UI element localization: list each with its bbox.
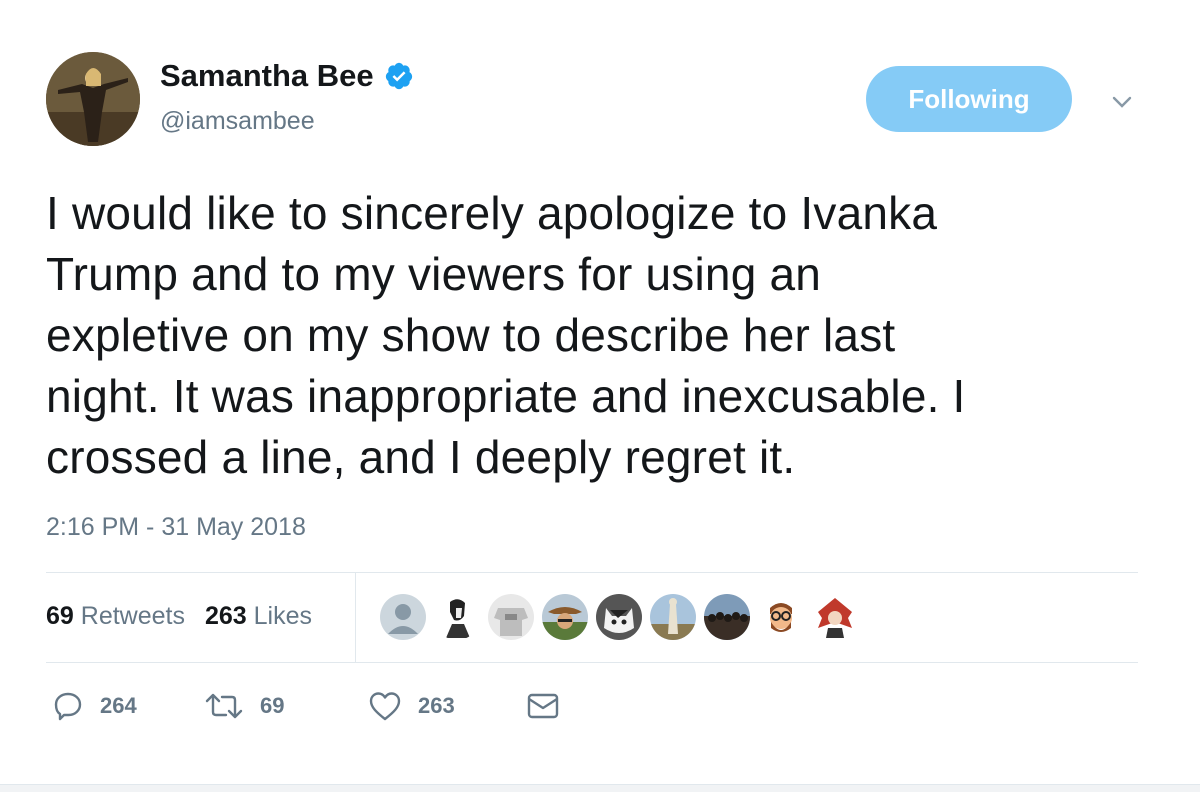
- retweet-count: 69: [46, 602, 74, 630]
- tweet-timestamp[interactable]: 2:16 PM - 31 May 2018: [46, 513, 306, 542]
- display-name-text[interactable]: Samantha Bee: [160, 58, 374, 94]
- tweet-actions: 264 69 263: [52, 690, 576, 722]
- divider: [46, 572, 1138, 573]
- liker-avatar[interactable]: [650, 594, 696, 640]
- following-button[interactable]: Following: [866, 66, 1072, 132]
- retweet-icon: [205, 693, 243, 719]
- reply-button[interactable]: 264: [52, 690, 204, 722]
- tweet-text: I would like to sincerely apologize to I…: [46, 183, 1166, 488]
- user-handle[interactable]: @iamsambee: [160, 107, 315, 136]
- tweet-line: crossed a line, and I deeply regret it.: [46, 431, 796, 483]
- retweet-action-count: 69: [260, 693, 285, 718]
- like-action-count: 263: [418, 693, 455, 718]
- like-label: Likes: [253, 602, 313, 630]
- avatar[interactable]: [46, 52, 140, 146]
- retweet-stat[interactable]: 69 Retweets: [46, 602, 185, 631]
- liker-avatar[interactable]: [434, 594, 480, 640]
- tweet-line: I would like to sincerely apologize to I…: [46, 187, 938, 239]
- tweet-line: night. It was inappropriate and inexcusa…: [46, 370, 966, 422]
- retweet-label: Retweets: [80, 602, 185, 630]
- retweet-button[interactable]: 69: [204, 690, 368, 722]
- liker-avatar[interactable]: [596, 594, 642, 640]
- liker-avatar[interactable]: [758, 594, 804, 640]
- divider: [46, 662, 1138, 663]
- liker-avatar[interactable]: [380, 594, 426, 640]
- verified-badge-icon: [385, 62, 412, 90]
- reply-count: 264: [100, 693, 137, 718]
- like-count: 263: [204, 602, 247, 630]
- chevron-down-icon[interactable]: [1108, 88, 1136, 116]
- liker-avatar[interactable]: [704, 594, 750, 640]
- tweet-stats: 69 Retweets 263 Likes: [46, 602, 312, 631]
- tweet-line: expletive on my show to describe her las…: [46, 309, 896, 361]
- like-button[interactable]: 263: [368, 690, 526, 722]
- tweet-line: Trump and to my viewers for using an: [46, 248, 822, 300]
- heart-icon: [369, 692, 401, 721]
- reply-icon: [54, 692, 82, 721]
- liker-avatars: [380, 594, 858, 640]
- liker-avatar[interactable]: [812, 594, 858, 640]
- liker-avatar[interactable]: [542, 594, 588, 640]
- display-name[interactable]: Samantha Bee: [160, 58, 414, 94]
- direct-message-button[interactable]: [526, 691, 576, 721]
- liker-avatar[interactable]: [488, 594, 534, 640]
- like-stat[interactable]: 263 Likes: [205, 602, 312, 631]
- divider: [355, 573, 356, 662]
- envelope-icon: [527, 693, 559, 719]
